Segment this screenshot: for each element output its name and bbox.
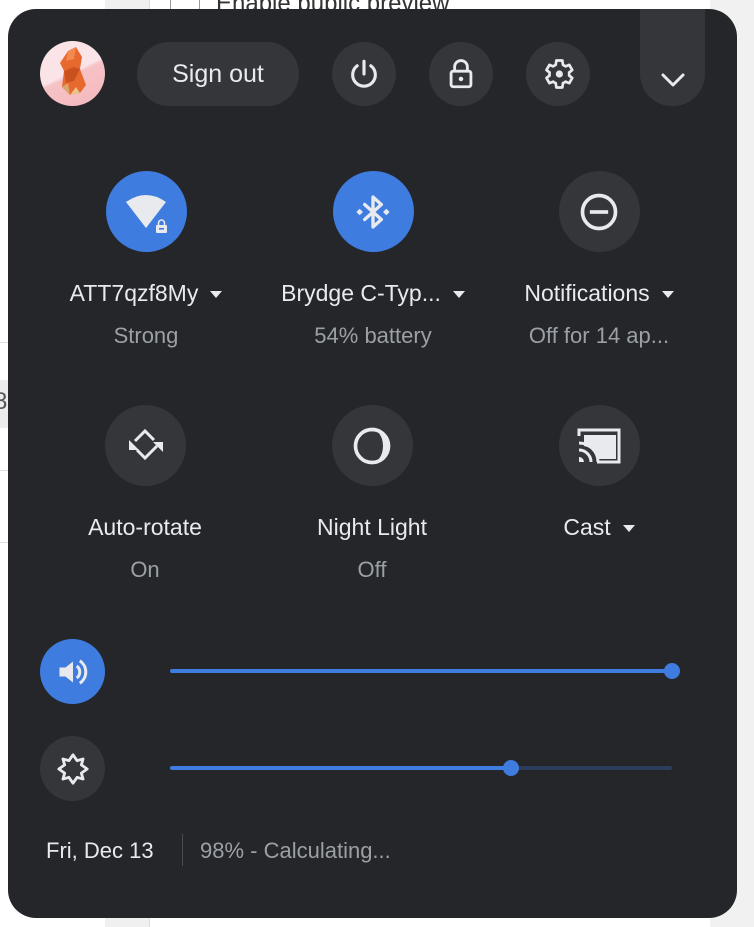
avatar[interactable] <box>40 41 105 106</box>
footer-divider <box>182 834 183 866</box>
collapse-button[interactable] <box>640 9 705 106</box>
gear-icon <box>545 59 574 89</box>
cast-label: Cast <box>563 514 611 540</box>
night-light-toggle[interactable] <box>331 405 413 486</box>
background-row-text: 8 <box>0 388 8 415</box>
sign-out-button[interactable]: Sign out <box>137 42 299 106</box>
tile-night-light: Night Light Off <box>262 405 482 583</box>
night-light-text: Night Light <box>317 514 427 540</box>
tile-cast: Cast <box>489 405 709 541</box>
fox-avatar-image <box>60 47 86 95</box>
network-name: ATT7qzf8My <box>69 280 199 306</box>
brightness-slider[interactable] <box>170 756 672 780</box>
tile-bluetooth: Brydge C-Typ... 54% battery <box>263 171 483 349</box>
cast-dropdown[interactable]: Cast <box>489 514 709 541</box>
quick-settings-panel: Sign out ATT7qzf8My Strong Brydge C-Typ.… <box>8 9 737 918</box>
tile-network: ATT7qzf8My Strong <box>36 171 256 349</box>
network-dropdown[interactable]: ATT7qzf8My <box>36 280 256 307</box>
volume-fill <box>170 669 672 673</box>
notifications-dropdown[interactable]: Notifications <box>489 280 709 307</box>
night-light-label: Night Light <box>262 514 482 541</box>
auto-rotate-toggle[interactable] <box>104 405 186 486</box>
notifications-toggle[interactable] <box>558 171 640 252</box>
caret-down-icon <box>661 291 674 298</box>
brightness-button[interactable] <box>40 736 105 801</box>
lock-icon <box>449 59 473 89</box>
night-light-icon <box>353 427 391 464</box>
mute-button[interactable] <box>40 639 105 704</box>
caret-down-icon <box>210 291 223 298</box>
notifications-status: Off for 14 ap... <box>528 323 670 348</box>
cast-toggle[interactable] <box>558 405 640 486</box>
volume-thumb[interactable] <box>664 663 680 679</box>
tile-auto-rotate: Auto-rotate On <box>35 405 255 583</box>
do-not-disturb-icon <box>580 193 618 230</box>
network-strength: Strong <box>113 323 179 348</box>
network-toggle[interactable] <box>105 171 187 252</box>
volume-icon <box>59 659 87 684</box>
date-label[interactable]: Fri, Dec 13 <box>46 838 154 864</box>
notifications-label: Notifications <box>524 280 650 306</box>
bluetooth-device-name: Brydge C-Typ... <box>281 280 441 306</box>
auto-rotate-status: On <box>130 557 160 582</box>
lock-button[interactable] <box>429 42 493 106</box>
tile-notifications: Notifications Off for 14 ap... <box>489 171 709 349</box>
auto-rotate-label: Auto-rotate <box>35 514 255 541</box>
caret-down-icon <box>622 525 635 532</box>
brightness-icon <box>56 752 89 785</box>
wifi-locked-icon <box>126 194 169 234</box>
auto-rotate-text: Auto-rotate <box>88 514 202 540</box>
bluetooth-battery: 54% battery <box>314 323 432 348</box>
power-icon <box>351 59 377 88</box>
night-light-status: Off <box>357 557 387 582</box>
cast-icon <box>577 428 621 463</box>
volume-slider[interactable] <box>170 659 680 683</box>
bluetooth-toggle[interactable] <box>332 171 414 252</box>
bluetooth-dropdown[interactable]: Brydge C-Typ... <box>263 280 483 307</box>
battery-status[interactable]: 98% - Calculating... <box>200 838 391 864</box>
rotate-icon <box>129 428 163 460</box>
settings-button[interactable] <box>526 42 590 106</box>
brightness-fill <box>170 766 512 770</box>
power-button[interactable] <box>332 42 396 106</box>
chevron-down-icon <box>661 73 684 87</box>
bluetooth-icon <box>356 194 390 229</box>
brightness-thumb[interactable] <box>503 760 520 776</box>
caret-down-icon <box>452 291 465 298</box>
